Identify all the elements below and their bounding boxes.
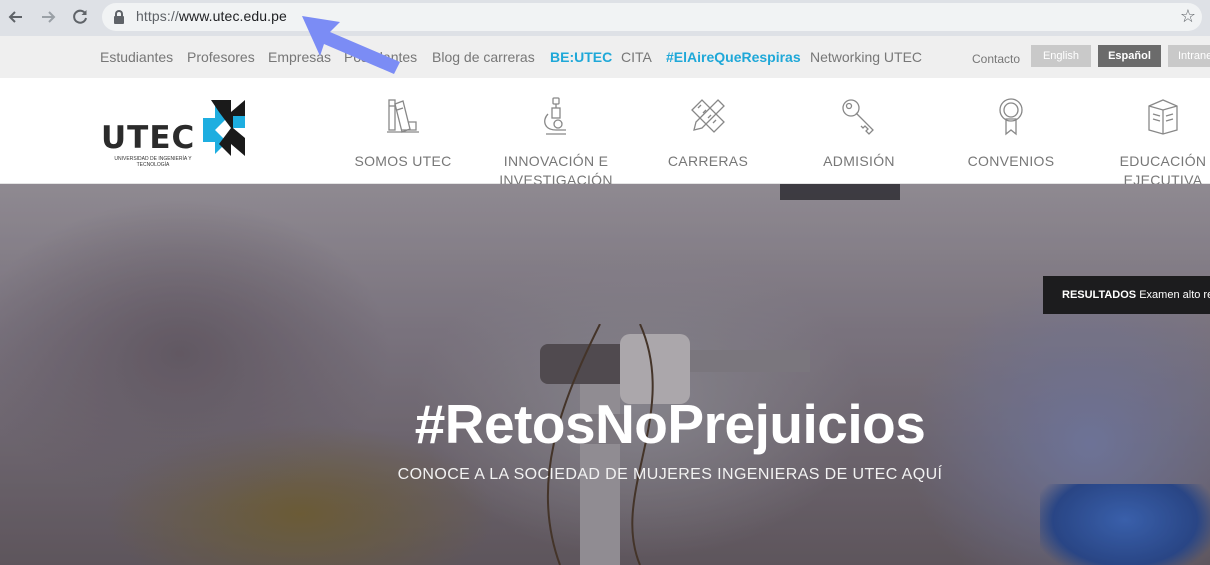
menu-label: CARRERAS	[667, 153, 749, 169]
menu-label: ADMISIÓN	[823, 153, 895, 169]
reload-icon[interactable]	[69, 6, 91, 28]
menu-educacion-ejecutiva[interactable]: EDUCACIÓN EJECUTIVA	[1098, 96, 1210, 190]
menu-innovacion[interactable]: INNOVACIÓN E INVESTIGACIÓN	[491, 96, 621, 190]
books-icon	[387, 99, 419, 133]
intranet-button[interactable]: Intranet	[1168, 45, 1210, 67]
nav-link-networking[interactable]: Networking UTEC	[810, 49, 922, 65]
ruler-pencil-icon	[691, 99, 725, 133]
url-host: www.utec.edu.pe	[178, 8, 287, 24]
menu-carreras[interactable]: CARRERAS	[643, 96, 773, 171]
address-bar[interactable]: https://www.utec.edu.pe ☆	[102, 3, 1202, 31]
award-ribbon-icon	[999, 98, 1023, 136]
hero-title[interactable]: #RetosNoPrejuicios	[0, 392, 1210, 456]
results-badge-strong: RESULTADOS	[1062, 289, 1137, 301]
menu-somos-utec[interactable]: SOMOS UTEC	[338, 96, 468, 171]
star-icon[interactable]: ☆	[1180, 6, 1196, 27]
annotation-arrow-icon	[302, 16, 400, 74]
hero-overlay	[0, 184, 1210, 565]
nav-link-cita[interactable]: CITA	[621, 49, 652, 65]
menu-label: CONVENIOS	[967, 153, 1055, 169]
contact-link[interactable]: Contacto	[972, 52, 1020, 66]
lang-spanish-button[interactable]: Español	[1098, 45, 1161, 67]
microscope-icon	[544, 97, 566, 135]
utec-logo[interactable]: UTEC UNIVERSIDAD DE INGENIERÍA Y TECNOLO…	[101, 98, 251, 170]
menu-admision[interactable]: ADMISIÓN	[794, 96, 924, 171]
menu-label: SOMOS UTEC	[354, 153, 452, 169]
arrow-left-icon[interactable]	[5, 6, 27, 28]
logo-subtitle: UNIVERSIDAD DE INGENIERÍA Y TECNOLOGÍA	[114, 156, 192, 168]
url-scheme: https://	[136, 8, 179, 24]
lang-english-button[interactable]: English	[1031, 45, 1091, 67]
key-icon	[842, 99, 874, 135]
menu-convenios[interactable]: CONVENIOS	[946, 96, 1076, 171]
arrow-right-icon[interactable]	[37, 6, 59, 28]
url-text[interactable]: https://www.utec.edu.pe	[136, 8, 287, 24]
logo-wordmark: UTEC	[101, 120, 196, 156]
main-header: UTEC UNIVERSIDAD DE INGENIERÍA Y TECNOLO…	[0, 78, 1210, 188]
logo-mark-icon	[203, 100, 245, 156]
nav-link-profesores[interactable]: Profesores	[187, 49, 255, 65]
hero-subtitle[interactable]: CONOCE A LA SOCIEDAD DE MUJERES INGENIER…	[0, 466, 1210, 484]
results-badge-text: Examen alto rendimiento	[1139, 289, 1210, 301]
nav-link-blog[interactable]: Blog de carreras	[432, 49, 535, 65]
lock-icon	[114, 10, 124, 24]
browser-toolbar: https://www.utec.edu.pe ☆	[0, 0, 1210, 36]
hero-banner[interactable]: RESULTADOS Examen alto rendimiento #Reto…	[0, 184, 1210, 565]
utility-nav: Estudiantes Profesores Empresas Postulan…	[0, 36, 1210, 78]
nav-link-elaire[interactable]: #ElAireQueRespiras	[666, 49, 801, 65]
results-badge[interactable]: RESULTADOS Examen alto rendimiento	[1043, 276, 1210, 314]
nav-link-beutec[interactable]: BE:UTEC	[550, 49, 612, 65]
nav-link-estudiantes[interactable]: Estudiantes	[100, 49, 173, 65]
book-icon	[1148, 99, 1178, 135]
